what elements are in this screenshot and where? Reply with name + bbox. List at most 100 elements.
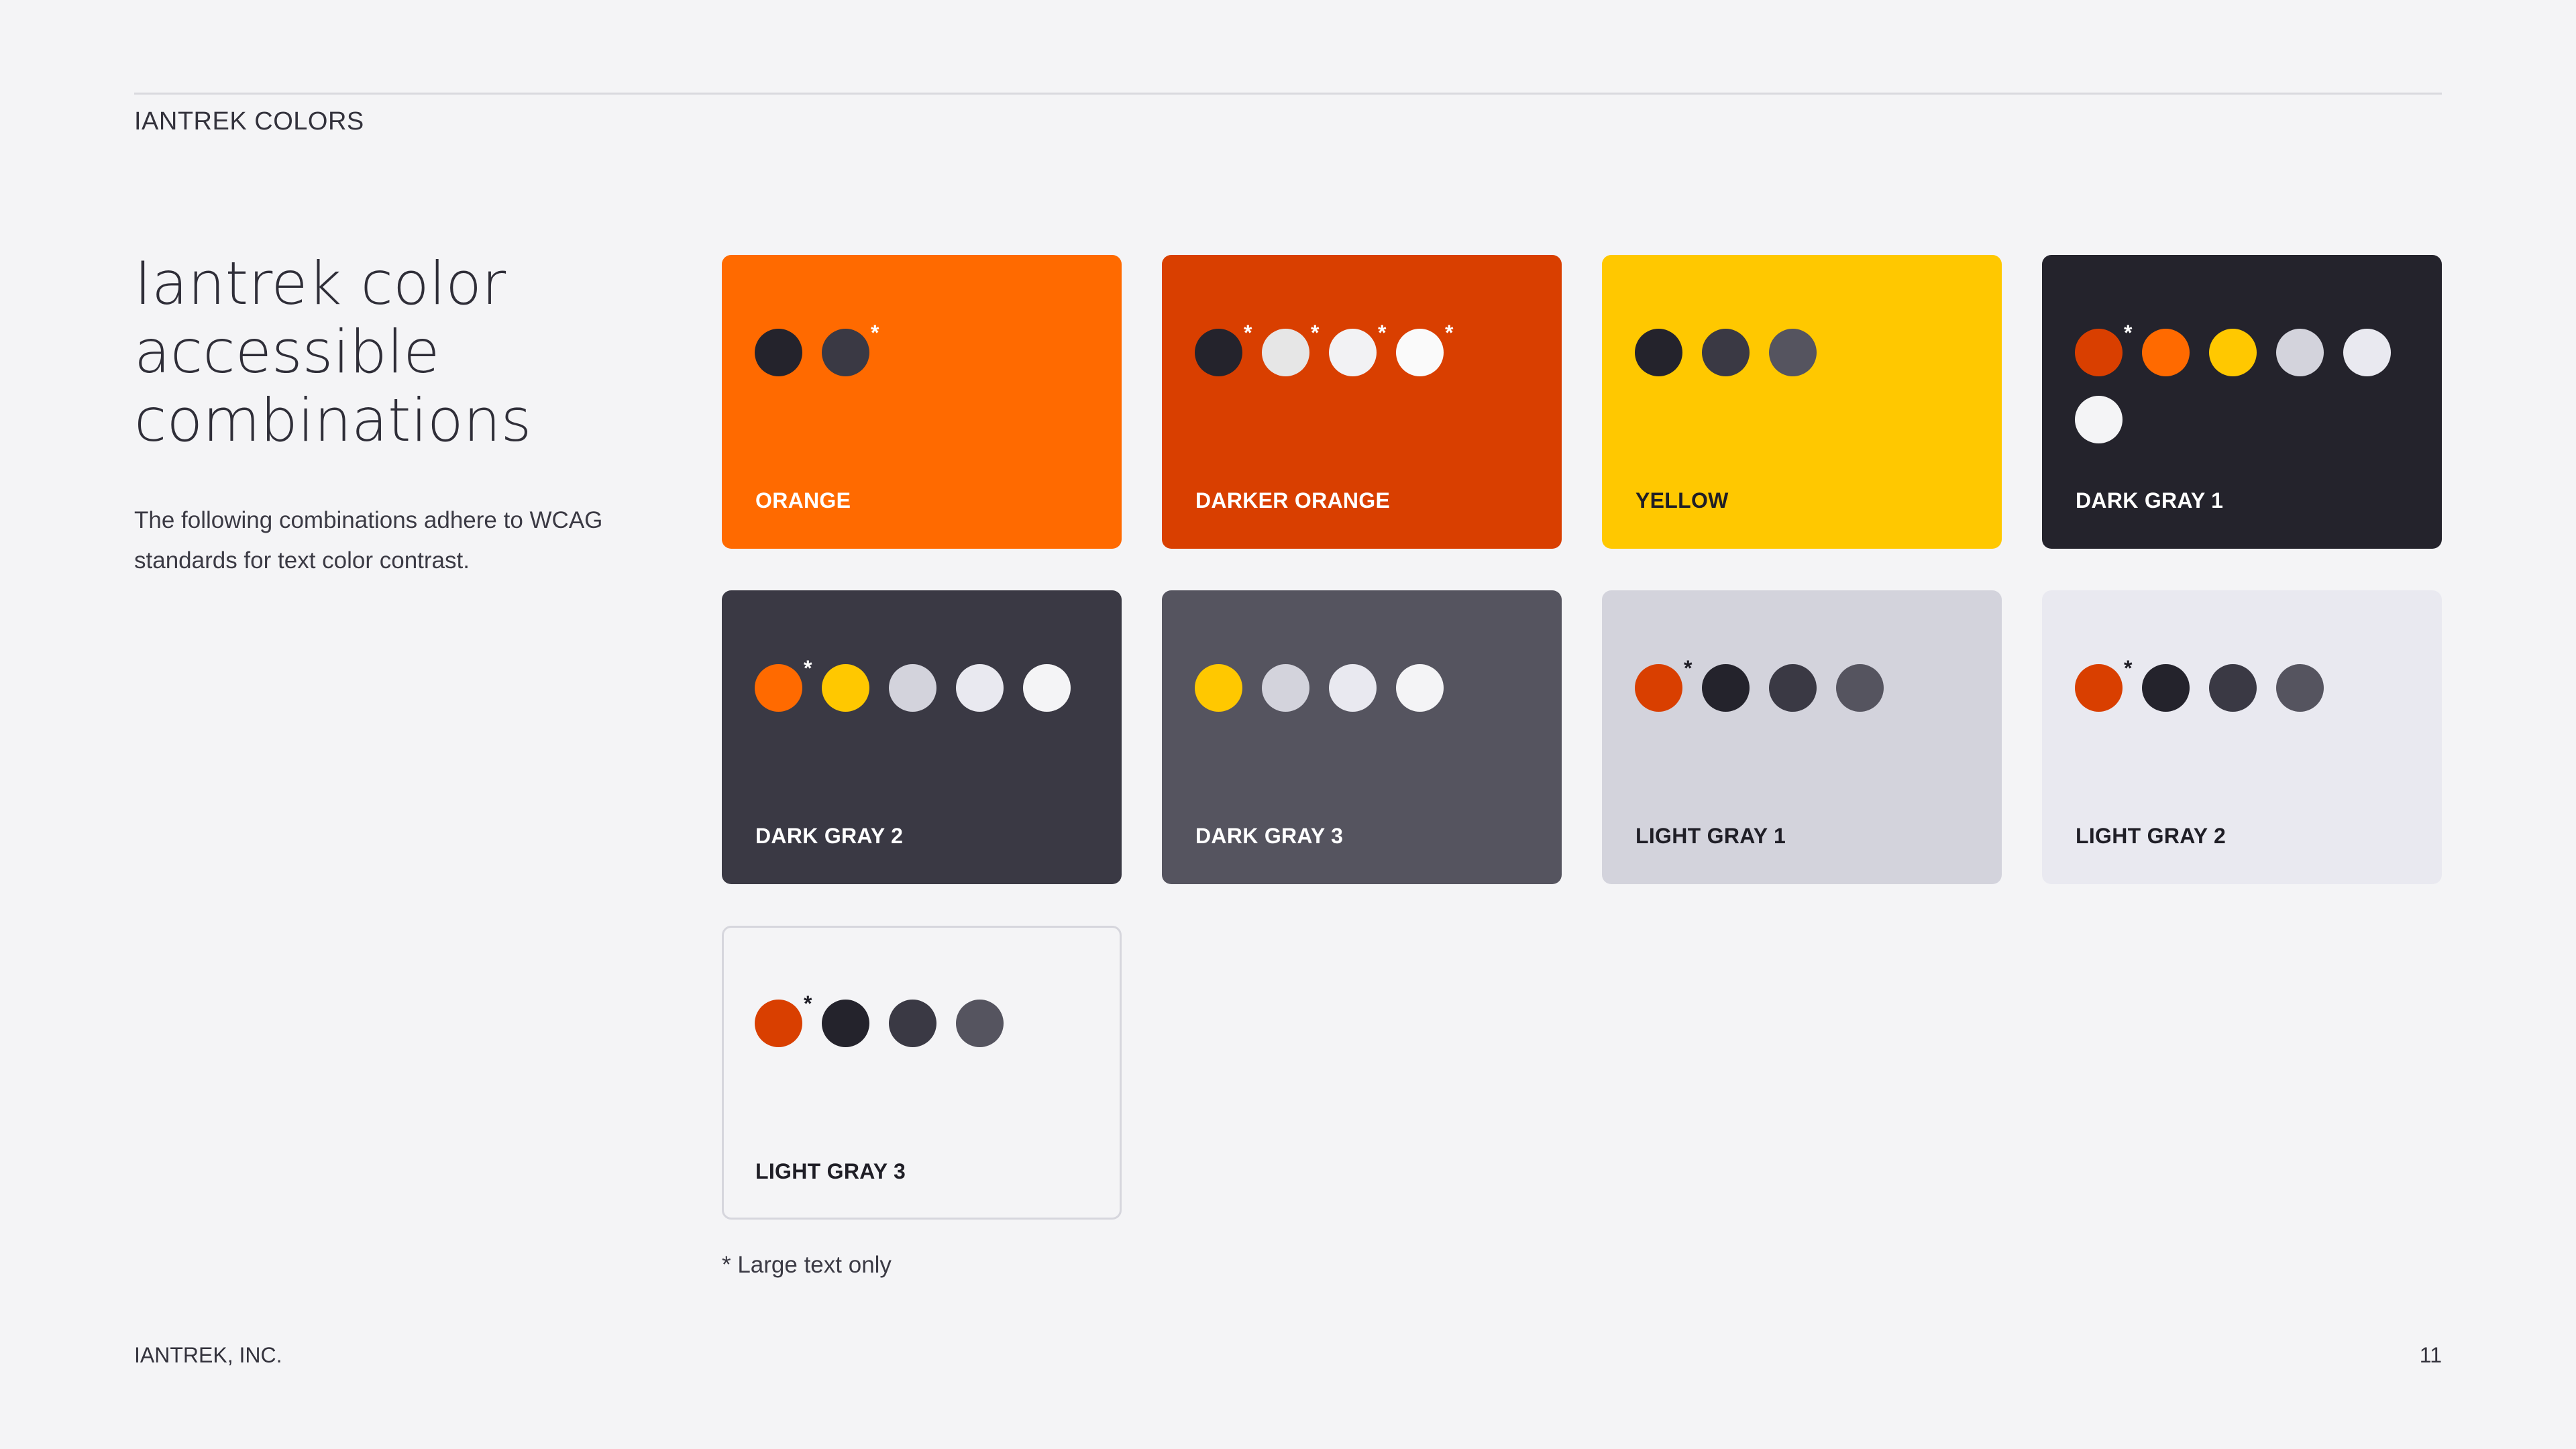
swatch: * [1396,322,1453,376]
swatch-row: * [755,322,1104,376]
color-card: * LIGHT GRAY 3 [722,926,1122,1220]
swatch [822,1000,869,1047]
swatch-row: * * * * [1195,322,1544,376]
swatch [2142,329,2190,376]
swatch [1769,329,1817,376]
color-swatch-dot [1329,329,1377,376]
color-swatch-dot [1396,664,1444,712]
swatch [2276,664,2324,712]
large-text-only-marker: * [1311,321,1320,345]
color-swatch-dot [822,664,869,712]
large-text-only-marker: * [1445,321,1454,345]
swatch-row: * [2075,322,2424,443]
swatch [2142,664,2190,712]
color-swatch-dot [822,329,869,376]
color-swatch-dot [755,664,802,712]
swatch [2209,664,2257,712]
swatch: * [2075,322,2132,376]
color-swatch-dot [956,664,1004,712]
color-swatch-dot [1769,329,1817,376]
swatch [755,329,802,376]
swatch [822,664,869,712]
swatch [1262,664,1309,712]
swatch-row: * [2075,657,2424,712]
color-swatch-dot [2075,396,2123,443]
color-swatch-dot [755,329,802,376]
color-swatch-dot [822,1000,869,1047]
swatch [956,1000,1004,1047]
large-text-only-marker: * [804,991,812,1016]
swatch-row: * [755,993,1104,1047]
color-card-label: LIGHT GRAY 2 [2076,824,2226,848]
swatch-row [1635,329,1984,376]
color-swatch-dot [2209,329,2257,376]
color-swatch-dot [2276,664,2324,712]
color-swatch-dot [1836,664,1884,712]
color-card-label: LIGHT GRAY 1 [1635,824,1786,848]
swatch: * [755,993,812,1047]
large-text-only-marker: * [2124,656,2133,680]
color-swatch-dot [1262,664,1309,712]
swatch [1836,664,1884,712]
swatch: * [2075,657,2132,712]
swatch [889,1000,936,1047]
color-card-label: YELLOW [1635,488,1729,513]
color-swatch-dot [2209,664,2257,712]
color-card-label: DARK GRAY 3 [1195,824,1344,848]
footer-company: IANTREK, INC. [134,1343,282,1367]
swatch: * [1262,322,1319,376]
large-text-only-marker: * [1244,321,1252,345]
large-text-only-marker: * [1378,321,1387,345]
swatch: * [755,657,812,712]
color-swatch-dot [2075,329,2123,376]
color-swatch-dot [956,1000,1004,1047]
swatch [1702,329,1750,376]
color-card: * DARK GRAY 1 [2042,255,2442,549]
section-header: IANTREK COLORS [134,107,364,136]
color-swatch-dot [1702,329,1750,376]
swatch [889,664,936,712]
swatch-row: * [755,657,1104,712]
footnote: * Large text only [722,1252,892,1278]
color-swatch-dot [889,664,936,712]
swatch [1769,664,1817,712]
swatch: * [1195,322,1252,376]
top-divider [134,93,2442,95]
color-swatch-dot [2142,664,2190,712]
color-swatch-dot [1702,664,1750,712]
color-swatch-dot [755,1000,802,1047]
color-swatch-dot [2276,329,2324,376]
page-title: Iantrek color accessible combinations [134,249,532,455]
color-swatch-dot [1329,664,1377,712]
color-combination-grid: * ORANGE * * * * DARKER ORANGE YELLOW * DARK GRAY… [722,255,2442,1221]
color-card-label: LIGHT GRAY 3 [755,1159,906,1183]
large-text-only-marker: * [1684,656,1693,680]
swatch [1635,329,1682,376]
swatch [2209,329,2257,376]
color-swatch-dot [1635,664,1682,712]
color-card-label: DARKER ORANGE [1195,488,1391,513]
color-swatch-dot [2075,664,2123,712]
color-swatch-dot [889,1000,936,1047]
color-card: * * * * DARKER ORANGE [1162,255,1562,549]
color-card-label: ORANGE [755,488,851,513]
color-swatch-dot [1023,664,1071,712]
color-swatch-dot [2343,329,2391,376]
color-card-label: DARK GRAY 1 [2076,488,2224,513]
swatch: * [1329,322,1386,376]
swatch [1396,664,1444,712]
large-text-only-marker: * [804,656,812,680]
swatch [1329,664,1377,712]
color-card: * DARK GRAY 2 [722,590,1122,884]
swatch [956,664,1004,712]
color-swatch-dot [1769,664,1817,712]
page-number: 11 [2419,1343,2442,1367]
swatch [2343,329,2391,376]
swatch-row: * [1635,657,1984,712]
swatch [1702,664,1750,712]
color-swatch-dot [1195,329,1242,376]
swatch: * [822,322,879,376]
color-card: * LIGHT GRAY 2 [2042,590,2442,884]
color-swatch-dot [1262,329,1309,376]
color-card: * LIGHT GRAY 1 [1602,590,2002,884]
